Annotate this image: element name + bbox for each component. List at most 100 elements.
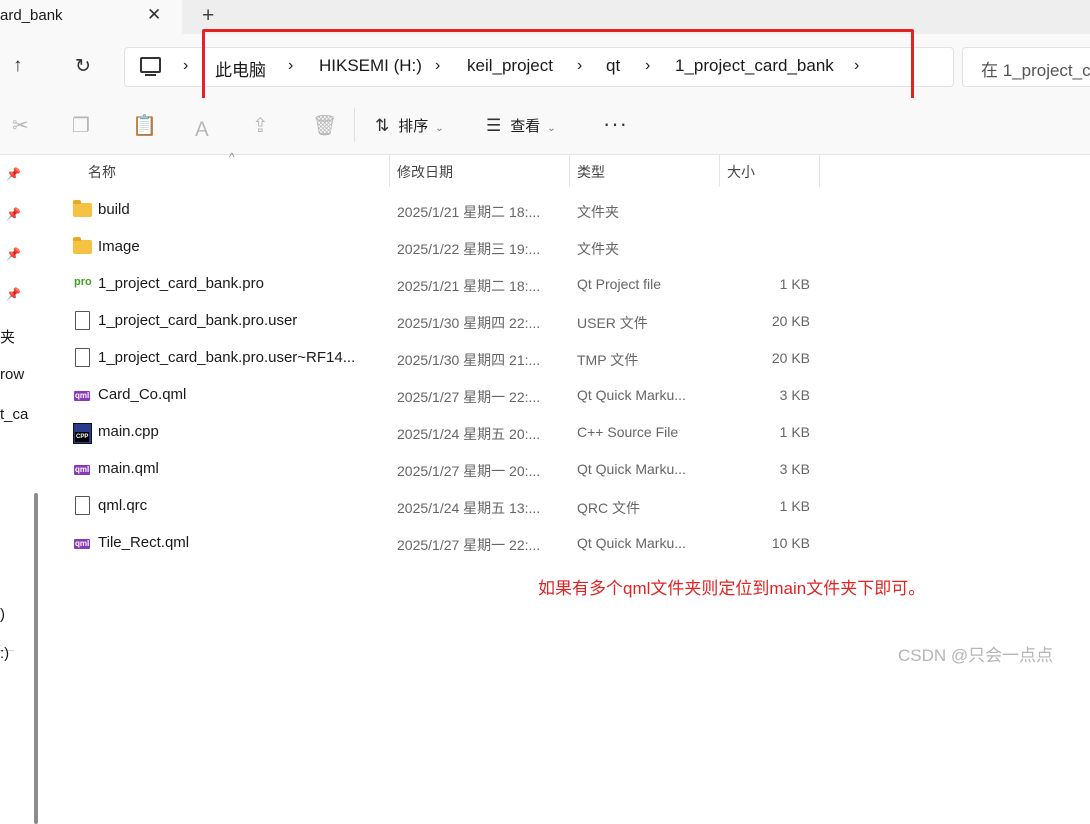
- this-pc-icon[interactable]: [140, 57, 161, 76]
- qml-file-icon: qml: [74, 539, 91, 549]
- file-name: Tile_Rect.qml: [98, 534, 190, 551]
- file-size: 3 KB: [779, 461, 810, 477]
- table-row[interactable]: pro 1_project_card_bank.pro 2025/1/21 星期二 …: [47, 266, 1090, 303]
- copy-icon[interactable]: ❐: [72, 113, 90, 138]
- file-date: 2025/1/27 星期一 22:...: [397, 389, 541, 405]
- nav-item[interactable]: 夹: [0, 326, 15, 347]
- view-icon: ☰: [486, 116, 502, 135]
- nav-item[interactable]: ): [0, 606, 5, 623]
- file-size: 1 KB: [779, 498, 810, 514]
- toolbar-divider: [354, 108, 355, 142]
- file-name: main.qml: [98, 460, 159, 477]
- watermark: CSDN @只会一点点: [898, 646, 1054, 665]
- table-row[interactable]: 1_project_card_bank.pro.user~RF14... 2025…: [47, 340, 1090, 377]
- pin-icon[interactable]: 📌: [6, 207, 21, 221]
- share-icon[interactable]: ⇪: [252, 113, 269, 138]
- file-date: 2025/1/24 星期五 13:...: [397, 500, 541, 516]
- file-type: USER 文件: [577, 315, 648, 331]
- column-divider[interactable]: [569, 155, 570, 187]
- sort-ascending-icon: ^: [229, 150, 235, 164]
- column-header-row: ^ 名称 修改日期 类型 大小: [47, 150, 1090, 187]
- file-date: 2025/1/30 星期四 21:...: [397, 352, 541, 368]
- qml-file-icon: qml: [74, 391, 91, 401]
- file-date: 2025/1/24 星期五 20:...: [397, 426, 541, 442]
- sort-icon: ⇅: [375, 116, 390, 135]
- table-row[interactable]: qml main.qml 2025/1/27 星期一 20:... Qt Quick …: [47, 451, 1090, 488]
- cut-icon[interactable]: ✂: [12, 113, 29, 138]
- table-row[interactable]: 1_project_card_bank.pro.user 2025/1/30 星期…: [47, 303, 1090, 340]
- column-header-name[interactable]: 名称: [88, 162, 116, 182]
- paste-icon[interactable]: 📋: [132, 113, 157, 138]
- column-divider[interactable]: [389, 155, 390, 187]
- file-type: TMP 文件: [577, 352, 639, 368]
- file-date: 2025/1/21 星期二 18:...: [397, 278, 541, 294]
- navigation-pane: 📌 📌 📌 📌 夹 row t_ca ) :): [0, 155, 40, 824]
- column-divider[interactable]: [719, 155, 720, 187]
- file-type: Qt Quick Marku...: [577, 387, 686, 403]
- column-divider[interactable]: [819, 155, 820, 187]
- sort-label: 排序: [398, 118, 429, 135]
- column-header-size[interactable]: 大小: [727, 162, 755, 182]
- view-label: 查看: [510, 118, 541, 135]
- address-highlight-box: [202, 29, 914, 101]
- nav-item[interactable]: :): [0, 645, 9, 662]
- nav-scrollbar[interactable]: [34, 493, 38, 824]
- file-name: main.cpp: [98, 423, 159, 440]
- close-tab-icon[interactable]: ✕: [147, 5, 161, 25]
- rename-icon[interactable]: Ａ: [192, 113, 212, 142]
- table-row[interactable]: qml.qrc 2025/1/24 星期五 13:... QRC 文件 1 KB: [47, 488, 1090, 525]
- tab-active[interactable]: ard_bank ✕: [0, 0, 182, 34]
- file-size: 3 KB: [779, 387, 810, 403]
- nav-item[interactable]: row: [0, 366, 24, 383]
- file-size: 10 KB: [771, 535, 810, 551]
- file-date: 2025/1/27 星期一 22:...: [397, 537, 541, 553]
- file-date: 2025/1/27 星期一 20:...: [397, 463, 541, 479]
- file-type: 文件夹: [577, 241, 619, 257]
- file-size: 1 KB: [779, 424, 810, 440]
- file-date: 2025/1/21 星期二 18:...: [397, 204, 541, 220]
- file-name: build: [98, 201, 130, 218]
- search-placeholder: 在 1_project_c: [981, 61, 1090, 80]
- delete-icon[interactable]: 🗑: [312, 113, 337, 138]
- file-type: Qt Project file: [577, 276, 662, 292]
- column-header-type[interactable]: 类型: [577, 162, 605, 182]
- column-header-date[interactable]: 修改日期: [397, 162, 453, 182]
- file-name: Image: [98, 238, 140, 255]
- file-date: 2025/1/30 星期四 22:...: [397, 315, 541, 331]
- file-name: 1_project_card_bank.pro: [98, 275, 264, 292]
- file-type: 文件夹: [577, 204, 619, 220]
- folder-icon: [73, 237, 92, 254]
- pin-icon[interactable]: 📌: [6, 167, 21, 181]
- table-row[interactable]: qml Tile_Rect.qml 2025/1/27 星期一 22:... Qt Q…: [47, 525, 1090, 562]
- table-row[interactable]: Image 2025/1/22 星期三 19:... 文件夹: [47, 229, 1090, 266]
- refresh-icon[interactable]: ↻: [75, 55, 91, 78]
- file-type: Qt Quick Marku...: [577, 461, 686, 477]
- breadcrumb-separator-icon[interactable]: ›: [183, 57, 188, 75]
- nav-item[interactable]: t_ca: [0, 406, 28, 423]
- qml-file-icon: qml: [74, 465, 91, 475]
- document-icon: [75, 311, 90, 330]
- up-arrow-icon[interactable]: ↑: [13, 55, 23, 77]
- view-button[interactable]: ☰ 查看 ⌄: [486, 115, 556, 136]
- search-input[interactable]: 在 1_project_c: [962, 47, 1090, 87]
- table-row[interactable]: CPP main.cpp 2025/1/24 星期五 20:... C++ Sourc…: [47, 414, 1090, 451]
- document-icon: [75, 496, 90, 515]
- new-tab-icon[interactable]: +: [202, 4, 214, 28]
- file-name: 1_project_card_bank.pro.user~RF14...: [98, 349, 356, 366]
- qt-project-file-icon: pro: [74, 276, 92, 288]
- sort-button[interactable]: ⇅ 排序 ⌄: [375, 115, 444, 136]
- annotation-note: 如果有多个qml文件夹则定位到main文件夹下即可。: [538, 579, 926, 598]
- file-date: 2025/1/22 星期三 19:...: [397, 241, 541, 257]
- table-row[interactable]: qml Card_Co.qml 2025/1/27 星期一 22:... Qt Qui…: [47, 377, 1090, 414]
- file-size: 20 KB: [771, 313, 810, 329]
- tab-title: ard_bank: [0, 7, 63, 24]
- pin-icon[interactable]: 📌: [6, 247, 21, 261]
- more-options-icon[interactable]: ···: [603, 111, 628, 137]
- chevron-down-icon: ⌄: [547, 123, 556, 134]
- table-row[interactable]: build 2025/1/21 星期二 18:... 文件夹: [47, 192, 1090, 229]
- pin-icon[interactable]: 📌: [6, 287, 21, 301]
- chevron-down-icon: ⌄: [435, 123, 444, 134]
- cpp-file-icon: CPP: [73, 423, 92, 444]
- document-icon: [75, 348, 90, 367]
- command-bar: ✂ ❐ 📋 Ａ ⇪ 🗑 ⇅ 排序 ⌄ ☰ 查看 ⌄ ···: [0, 98, 1090, 155]
